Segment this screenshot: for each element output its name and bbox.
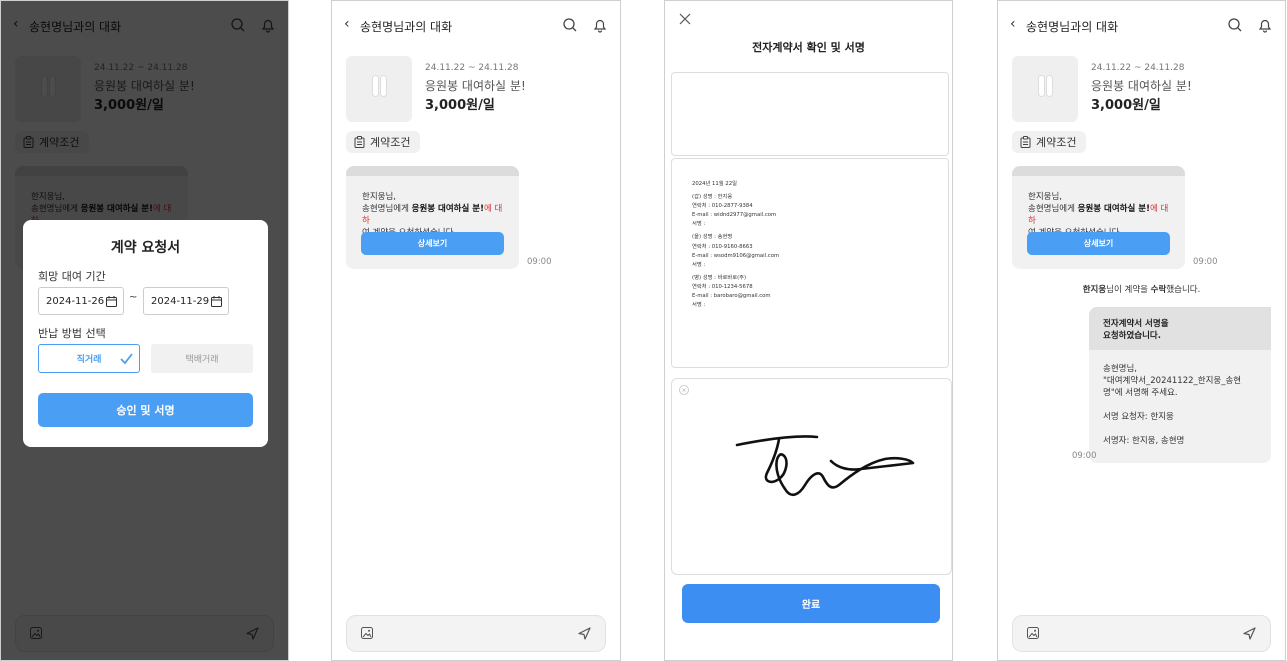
doc-line: 연락처 : 010-2877-9384 (692, 203, 753, 210)
doc-line: (병) 성명 : 바로바로(주) (692, 274, 747, 281)
request-header-line: 요청하였습니다. (1103, 331, 1161, 341)
signature-drawing (735, 435, 915, 497)
contract-page-parties: 2024년 11월 22일 (갑) 성명 : 한지웅 연락처 : 010-287… (671, 158, 949, 368)
message-time: 09:00 (1193, 257, 1218, 267)
request-header-line: 전자계약서 서명을 (1103, 319, 1169, 329)
screen-chat: ‹ 송현명님과의 대화 24.11.22 ~ 24.11.28 응원봉 대여하실… (331, 0, 621, 661)
doc-line: E-mail : barobaro@gmail.com (692, 293, 771, 300)
request-body-line: "대여계약서_20241122_한지웅_송현 (1103, 376, 1242, 386)
delivery-trade-option[interactable]: 택배거래 (151, 344, 253, 373)
search-icon[interactable] (1227, 17, 1243, 33)
search-icon[interactable] (562, 17, 578, 33)
modal-title: 계약 요청서 (110, 240, 181, 256)
checkmark-icon (120, 353, 133, 364)
calendar-icon[interactable] (211, 296, 222, 307)
message-line: 한지웅님, (362, 192, 396, 202)
request-body-line: 송현명님, (1103, 364, 1137, 374)
product-image (346, 56, 412, 122)
send-icon[interactable] (578, 627, 591, 640)
rental-period-label: 희망 대여 기간 (38, 270, 106, 283)
contract-terms-label: 계약조건 (1036, 136, 1077, 149)
doc-line: 연락처 : 010-9160-8663 (692, 243, 753, 250)
message-time: 09:00 (527, 257, 552, 267)
image-icon[interactable] (361, 627, 373, 639)
contract-request-message: 한지웅님, 송현명님에게 응원봉 대여하실 분!에 대하 여 계약을 요청하셨습… (346, 166, 519, 269)
image-icon[interactable] (1027, 627, 1039, 639)
chat-title: 송현명님과의 대화 (1026, 20, 1119, 34)
screen-e-contract-sign: 전자계약서 확인 및 서명 2024년 11월 22일 (갑) 성명 : 한지웅… (664, 0, 953, 661)
approve-and-sign-button[interactable]: 승인 및 서명 (38, 393, 253, 427)
send-icon[interactable] (1243, 627, 1256, 640)
return-method-label: 반납 방법 선택 (38, 327, 106, 340)
message-input-bar[interactable] (1012, 615, 1271, 652)
contract-terms-label: 계약조건 (370, 136, 411, 149)
product-name: 응원봉 대여하실 분! (1091, 79, 1192, 93)
close-icon[interactable] (679, 13, 691, 25)
request-signers: 서명자: 한지웅, 송현명 (1103, 436, 1185, 446)
signature-request-message: 전자계약서 서명을 요청하였습니다. 송현명님, "대여계약서_20241122… (1089, 307, 1271, 463)
screen-chat-signed: ‹ 송현명님과의 대화 24.11.22 ~ 24.11.28 응원봉 대여하실… (997, 0, 1286, 661)
clear-signature-icon[interactable]: × (679, 385, 689, 395)
doc-line: 2024년 11월 22일 (692, 181, 737, 187)
done-button[interactable]: 완료 (682, 584, 940, 623)
request-body-line: 명"에 서명해 주세요. (1103, 388, 1178, 398)
end-date-input[interactable]: 2024-11-29 (143, 287, 229, 315)
doc-line: 서명 : (692, 221, 706, 228)
doc-line: (갑) 성명 : 한지웅 (692, 194, 733, 201)
chat-title: 송현명님과의 대화 (360, 20, 453, 34)
back-icon[interactable]: ‹ (1010, 16, 1016, 32)
screen-contract-request: ‹ 송현명님과의 대화 24.11.22 ~ 24.11.28 응원봉 대여하실… (0, 0, 289, 661)
signature-pad[interactable]: × (671, 378, 952, 575)
message-time: 09:00 (1072, 451, 1097, 461)
contract-request-modal: 계약 요청서 희망 대여 기간 2024-11-26 ~ 2024-11-29 … (23, 220, 268, 447)
contract-title: 전자계약서 확인 및 서명 (752, 41, 865, 54)
end-date-value: 2024-11-29 (151, 296, 210, 307)
doc-line: E-mail : wsodm9106@gmail.com (692, 252, 780, 259)
back-icon[interactable]: ‹ (344, 16, 350, 32)
contract-request-message: 한지웅님, 송현명님에게 응원봉 대여하실 분!에 대하 여 계약을 요청하셨습… (1012, 166, 1185, 269)
bell-icon[interactable] (1257, 17, 1273, 33)
product-price: 3,000원/일 (425, 98, 495, 113)
doc-line: (을) 성명 : 송현명 (692, 234, 733, 241)
bell-icon[interactable] (592, 17, 608, 33)
message-line: 한지웅님, (1028, 192, 1062, 202)
doc-line: 연락처 : 010-1234-5678 (692, 283, 753, 290)
message-line: 송현명님에게 응원봉 대여하실 분!에 대하 (362, 204, 503, 226)
start-date-input[interactable]: 2024-11-26 (38, 287, 124, 315)
product-price: 3,000원/일 (1091, 98, 1161, 113)
product-image (1012, 56, 1078, 122)
message-line: 송현명님에게 응원봉 대여하실 분!에 대하 (1028, 204, 1169, 226)
start-date-value: 2024-11-26 (46, 296, 105, 307)
direct-trade-label: 직거래 (76, 355, 102, 365)
product-name: 응원봉 대여하실 분! (425, 79, 526, 93)
message-input-bar[interactable] (346, 615, 606, 652)
chat-header: ‹ 송현명님과의 대화 (998, 1, 1285, 51)
calendar-icon[interactable] (106, 296, 117, 307)
doc-line: E-mail : widnd2977@gmail.com (692, 212, 777, 219)
doc-line: 서명 : (692, 261, 706, 268)
doc-line: 서명 : (692, 302, 706, 309)
product-date-range: 24.11.22 ~ 24.11.28 (1091, 63, 1185, 73)
detail-button[interactable]: 상세보기 (361, 232, 504, 255)
detail-button[interactable]: 상세보기 (1027, 232, 1170, 255)
direct-trade-option[interactable]: 직거래 (38, 344, 140, 373)
contract-page-top (671, 72, 949, 156)
date-separator: ~ (129, 292, 138, 303)
product-date-range: 24.11.22 ~ 24.11.28 (425, 63, 519, 73)
clipboard-icon (354, 136, 365, 148)
system-message: 한지웅님이 계약을 수락했습니다. (1082, 285, 1201, 295)
contract-terms-button[interactable]: 계약조건 (1012, 131, 1087, 153)
request-requester: 서명 요청자: 한지웅 (1103, 412, 1174, 422)
chat-header: ‹ 송현명님과의 대화 (332, 1, 620, 51)
contract-terms-button[interactable]: 계약조건 (346, 131, 421, 153)
clipboard-icon (1020, 136, 1031, 148)
